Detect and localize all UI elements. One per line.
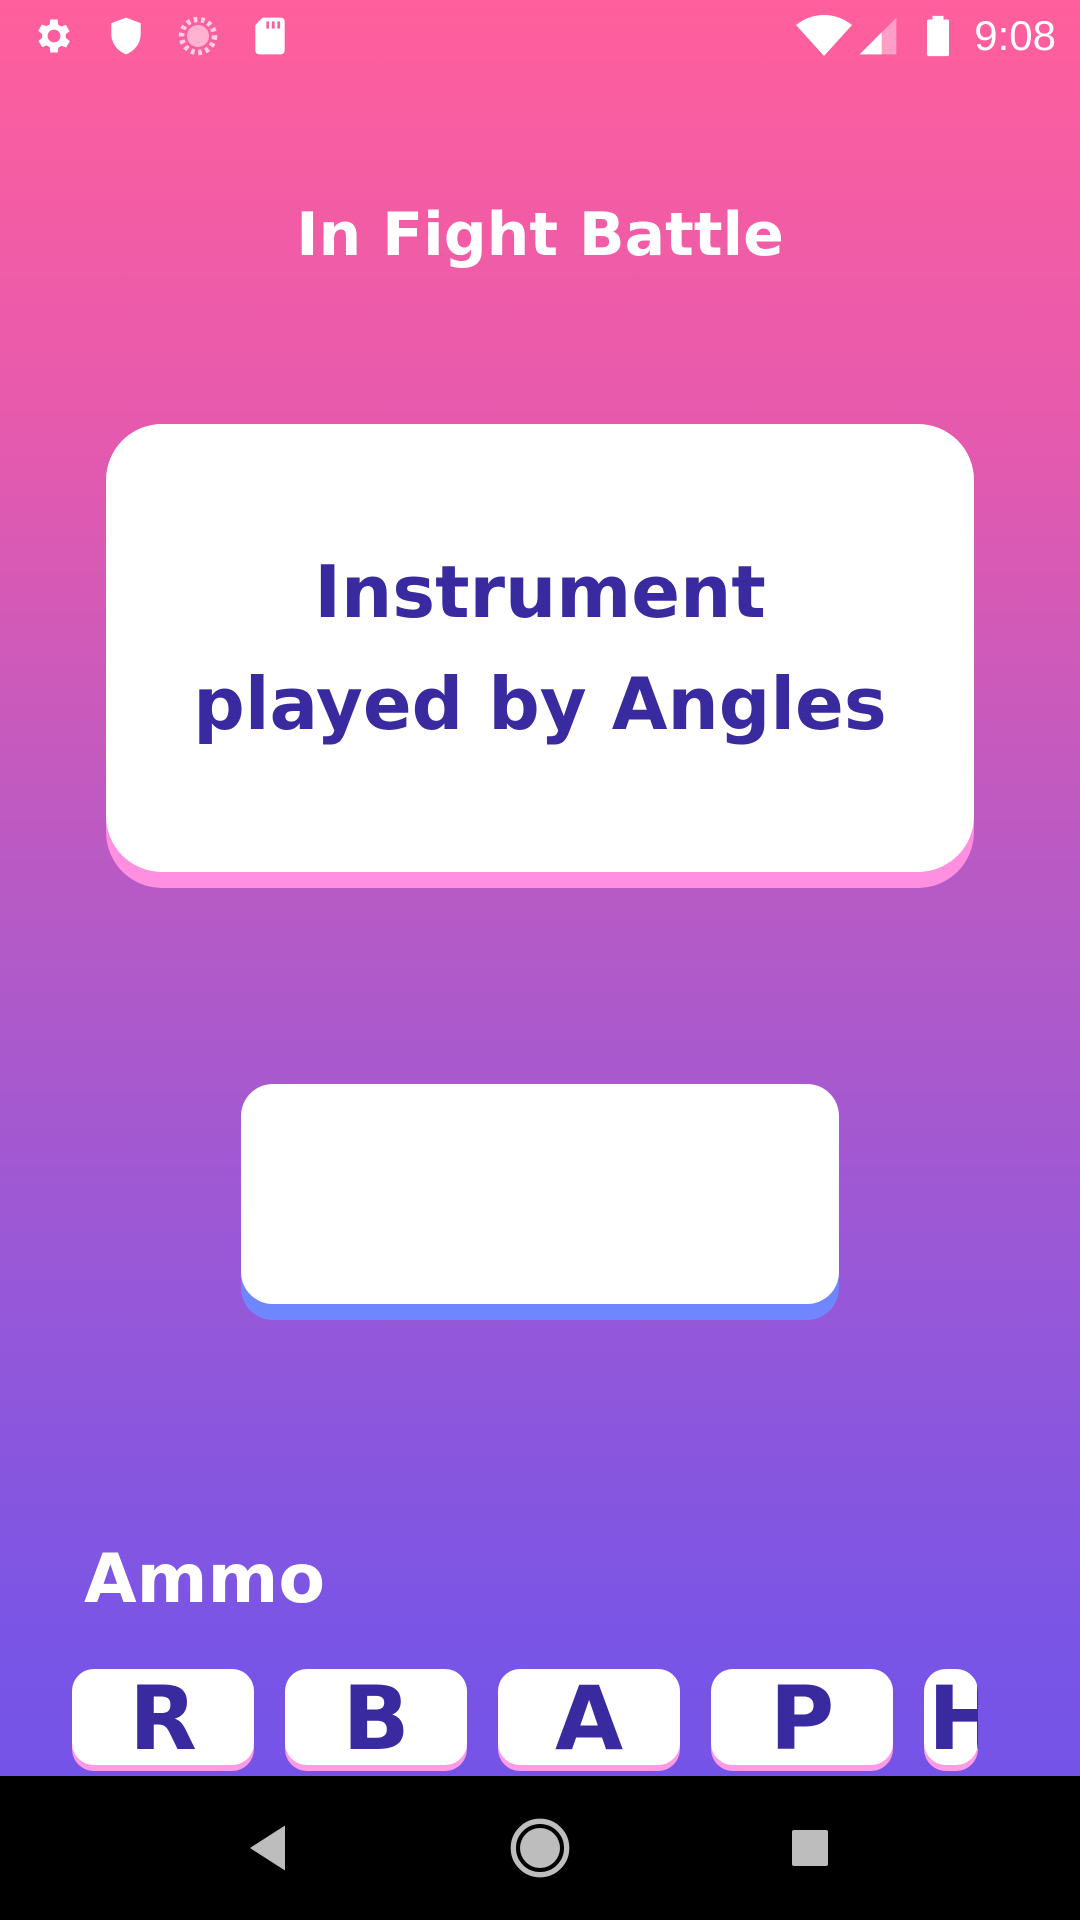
ammo-tile[interactable]: P [711, 1669, 893, 1765]
question-line-2: played by Angles [193, 662, 887, 746]
navigation-bar [0, 1776, 1080, 1920]
ammo-row[interactable]: R B A P H [72, 1669, 978, 1771]
sd-card-icon [248, 14, 292, 58]
loading-icon [176, 14, 220, 58]
question-card: Instrument played by Angles [106, 424, 974, 872]
ammo-tile[interactable]: A [498, 1669, 680, 1765]
status-bar: 9:08 [0, 0, 1080, 72]
question-line-1: Instrument [314, 550, 766, 634]
ammo-label: Ammo [84, 1540, 326, 1619]
gear-icon [32, 14, 76, 58]
ammo-tile[interactable]: B [285, 1669, 467, 1765]
back-icon[interactable] [234, 1812, 306, 1884]
recents-icon[interactable] [774, 1812, 846, 1884]
page-title: In Fight Battle [296, 200, 784, 270]
home-icon[interactable] [504, 1812, 576, 1884]
ammo-tile[interactable]: H [924, 1669, 978, 1765]
question-text: Instrument played by Angles [160, 536, 920, 760]
wifi-icon [796, 14, 852, 58]
answer-box[interactable] [241, 1084, 839, 1304]
shield-icon [104, 14, 148, 58]
status-time: 9:08 [974, 12, 1056, 59]
battery-icon [916, 14, 960, 58]
ammo-tile[interactable]: R [72, 1669, 254, 1765]
signal-icon [856, 14, 900, 58]
